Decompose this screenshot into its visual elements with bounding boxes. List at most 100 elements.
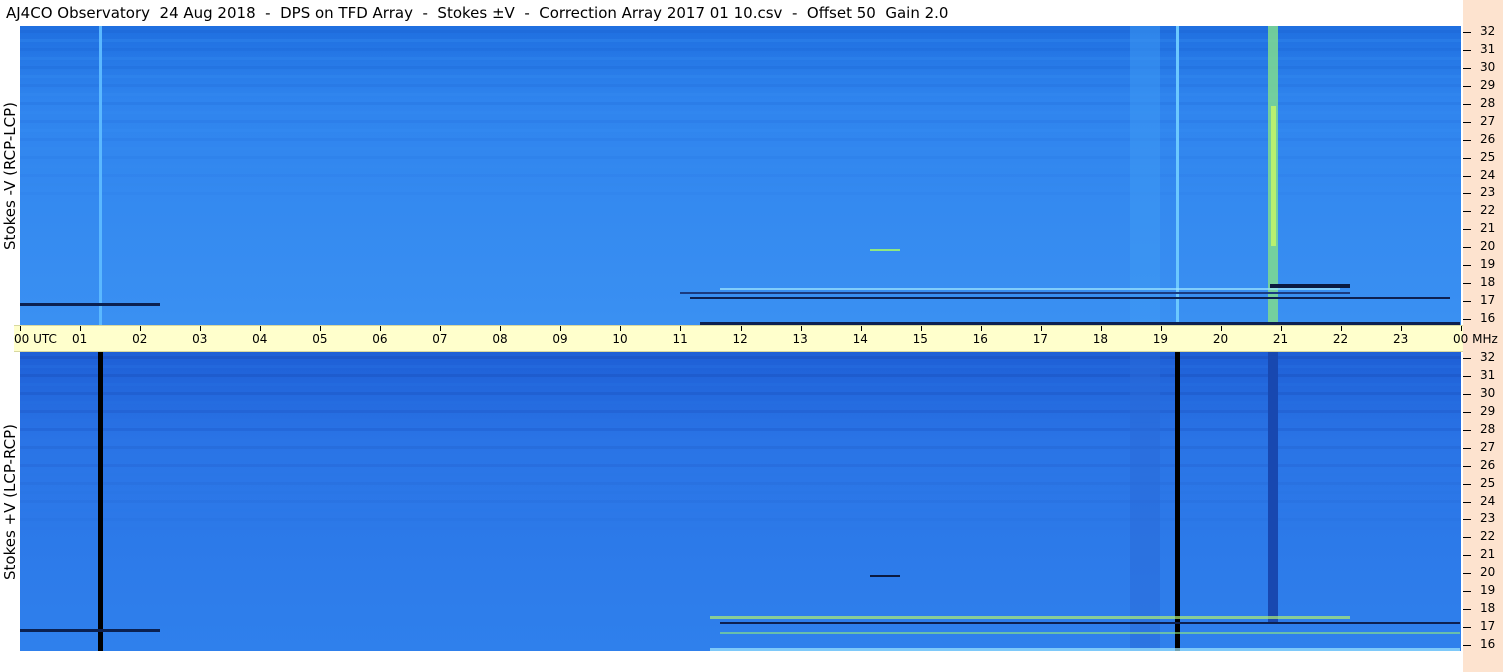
bottom-panel-label-area: Stokes +V (LCP-RCP) (0, 352, 20, 651)
time-axis: 00 UTC 01 02 03 04 05 06 07 08 09 10 11 12 13 14 15 16 17… (14, 325, 1498, 352)
frequency-tick-label: 21 (1480, 221, 1496, 236)
time-tick-label: 10 (612, 332, 628, 346)
time-tick (800, 326, 802, 331)
frequency-tick (1463, 573, 1471, 575)
frequency-tick (1463, 211, 1471, 213)
spectral-band (20, 156, 1461, 159)
time-tick-label: 09 (552, 332, 568, 346)
frequency-tick (1463, 121, 1471, 123)
frequency-tick (1463, 447, 1471, 449)
spectral-band (20, 192, 1461, 195)
spectrogram-bottom (20, 352, 1461, 651)
time-tick (140, 326, 142, 331)
frequency-tick-label: 27 (1480, 439, 1496, 454)
spectrogram-top-panel (20, 26, 1461, 325)
time-tick (680, 326, 682, 331)
spectral-band (20, 482, 1461, 485)
frequency-tick (1463, 591, 1471, 593)
frequency-tick (1463, 175, 1471, 177)
time-tick (500, 326, 502, 331)
spectral-band (20, 57, 1461, 60)
time-tick-label: 16 (972, 332, 988, 346)
spectral-band (20, 93, 1461, 96)
spectral-band (20, 102, 1461, 105)
frequency-tick (1463, 67, 1471, 69)
spectral-band (20, 374, 1461, 377)
frequency-tick (1463, 283, 1471, 285)
frequency-tick-label: 28 (1480, 95, 1496, 110)
spectral-band (20, 401, 1461, 404)
spectral-band (20, 419, 1461, 422)
spectral-band (20, 437, 1461, 440)
frequency-tick (1463, 229, 1471, 231)
top-panel-label-area: Stokes -V (RCP-LCP) (0, 26, 20, 325)
time-tick (380, 326, 382, 331)
spectral-band (20, 500, 1461, 503)
frequency-tick (1463, 265, 1471, 267)
frequency-tick-label: 24 (1480, 493, 1496, 508)
spectral-band (20, 473, 1461, 476)
frequency-tick (1463, 32, 1471, 33)
time-tick-label: 03 (192, 332, 208, 346)
time-tick-label: 08 (492, 332, 508, 346)
frequency-tick-label: 19 (1480, 257, 1496, 272)
frequency-tick (1463, 193, 1471, 195)
frequency-tick-label: 17 (1480, 619, 1496, 634)
bottom-panel-label: Stokes +V (LCP-RCP) (1, 423, 19, 580)
frequency-tick (1463, 49, 1471, 51)
frequency-tick (1463, 319, 1471, 320)
spectral-band (20, 201, 1461, 204)
frequency-tick-label: 22 (1480, 203, 1496, 218)
frequency-tick-label: 32 (1480, 24, 1496, 38)
spectral-band (20, 75, 1461, 78)
frequency-tick-label: 32 (1480, 350, 1496, 364)
frequency-tick (1463, 429, 1471, 431)
frequency-tick (1463, 358, 1471, 359)
time-tick-label: 07 (432, 332, 448, 346)
spectral-band (20, 491, 1461, 494)
time-tick-label: 01 (72, 332, 88, 346)
spectral-band (20, 464, 1461, 467)
frequency-tick (1463, 157, 1471, 159)
frequency-tick (1463, 645, 1471, 646)
time-tick-label: 18 (1092, 332, 1109, 346)
frequency-tick-label: 25 (1480, 475, 1496, 490)
frequency-tick-label: 18 (1480, 275, 1496, 290)
spectral-band (20, 48, 1461, 51)
spectral-band (20, 165, 1461, 168)
frequency-tick (1463, 85, 1471, 87)
time-tick (200, 326, 202, 331)
frequency-tick (1463, 301, 1471, 303)
spectral-band (20, 39, 1461, 42)
frequency-tick (1463, 393, 1471, 395)
frequency-tick-label: 30 (1480, 385, 1496, 400)
frequency-tick (1463, 375, 1471, 377)
time-tick-label: 02 (132, 332, 148, 346)
frequency-tick (1463, 555, 1471, 557)
spectral-band (20, 129, 1461, 132)
frequency-tick-label: 17 (1480, 293, 1496, 308)
spectral-band (20, 446, 1461, 449)
frequency-tick-label: 30 (1480, 59, 1496, 74)
time-tick-label: 13 (792, 332, 808, 346)
spectral-band (20, 183, 1461, 186)
time-tick-label: 11 (672, 332, 688, 346)
frequency-tick-label: 27 (1480, 113, 1496, 128)
frequency-tick-label: 20 (1480, 565, 1496, 580)
time-tick (740, 326, 742, 331)
frequency-tick (1463, 483, 1471, 485)
frequency-tick (1463, 411, 1471, 413)
frequency-tick (1463, 501, 1471, 503)
spectral-band (20, 428, 1461, 431)
frequency-tick-label: 23 (1480, 511, 1496, 526)
chart-title: AJ4CO Observatory 24 Aug 2018 - DPS on T… (0, 0, 1463, 26)
spectrogram-bottom-panel (20, 352, 1461, 651)
spectral-band (20, 111, 1461, 114)
frequency-tick (1463, 609, 1471, 611)
time-tick (1461, 326, 1462, 331)
spectral-band (20, 365, 1461, 368)
frequency-tick-label: 31 (1480, 41, 1496, 56)
spectral-band (20, 455, 1461, 458)
time-tick-label: 04 (252, 332, 268, 346)
frequency-tick-label: 26 (1480, 457, 1496, 472)
